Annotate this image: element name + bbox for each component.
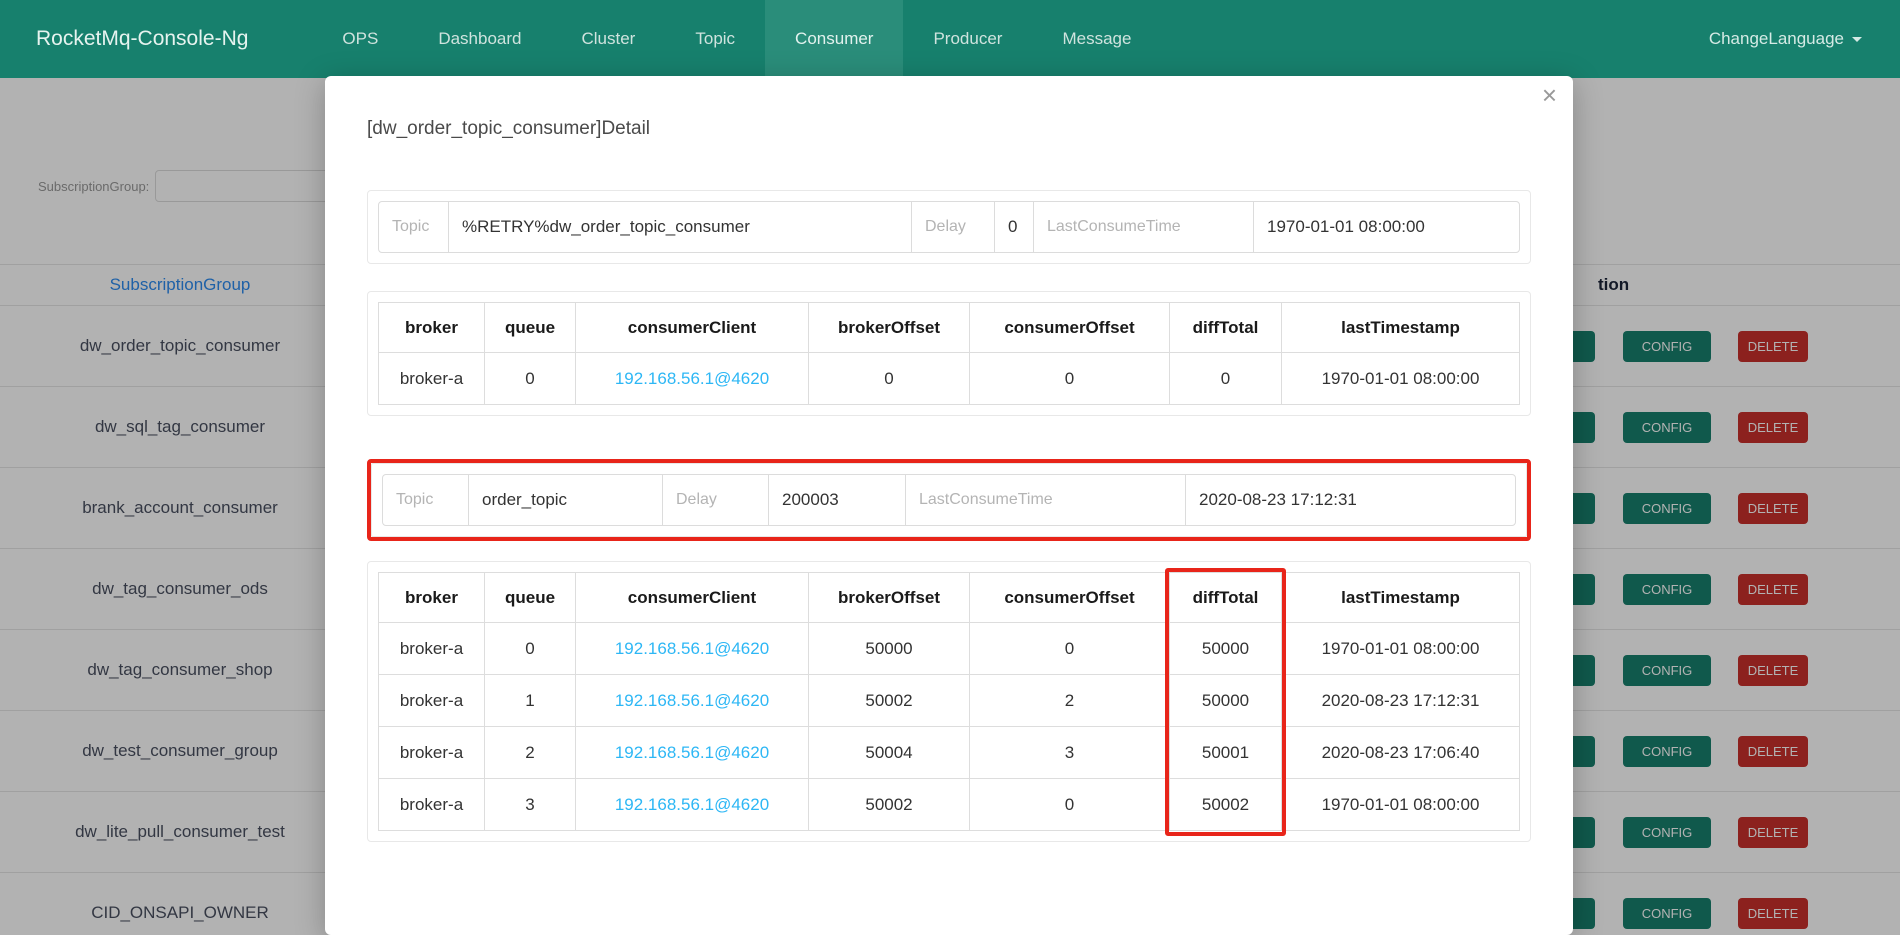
table-row: broker-a 3 192.168.56.1@4620 50002 0 500… — [379, 779, 1520, 831]
diff-total-cell: 50002 — [1170, 779, 1282, 831]
caret-down-icon — [1852, 37, 1862, 42]
column-header: queue — [485, 573, 576, 623]
retry-topic-panel: Topic %RETRY%dw_order_topic_consumer Del… — [367, 190, 1531, 264]
retry-topic-table-panel: broker queue consumerClient brokerOffset… — [367, 291, 1531, 416]
consumer-client-link[interactable]: 192.168.56.1@4620 — [576, 353, 809, 405]
consumer-client-link[interactable]: 192.168.56.1@4620 — [576, 727, 809, 779]
last-timestamp-cell: 2020-08-23 17:06:40 — [1282, 727, 1520, 779]
column-header: consumerOffset — [970, 303, 1170, 353]
column-header: queue — [485, 303, 576, 353]
consumer-offset-cell: 0 — [970, 779, 1170, 831]
table-row: broker-a 0 192.168.56.1@4620 0 0 0 1970-… — [379, 353, 1520, 405]
column-header: diffTotal — [1170, 303, 1282, 353]
last-timestamp-cell: 1970-01-01 08:00:00 — [1282, 779, 1520, 831]
consumer-client-link[interactable]: 192.168.56.1@4620 — [576, 623, 809, 675]
diff-total-cell: 50000 — [1170, 675, 1282, 727]
broker-offset-cell: 50004 — [809, 727, 970, 779]
diff-total-cell: 0 — [1170, 353, 1282, 405]
queue-cell: 0 — [485, 623, 576, 675]
delay-label: Delay — [911, 201, 995, 253]
consumer-detail-modal: × [dw_order_topic_consumer]Detail Topic … — [325, 76, 1573, 935]
column-header: diffTotal — [1170, 573, 1282, 623]
topic-value-field[interactable]: %RETRY%dw_order_topic_consumer — [448, 201, 912, 253]
broker-offset-cell: 50002 — [809, 779, 970, 831]
order-topic-table-panel: broker queue consumerClient brokerOffset… — [367, 561, 1531, 842]
broker-cell: broker-a — [379, 727, 485, 779]
change-language-dropdown[interactable]: ChangeLanguage — [1709, 0, 1862, 78]
column-header: brokerOffset — [809, 303, 970, 353]
last-timestamp-cell: 1970-01-01 08:00:00 — [1282, 353, 1520, 405]
queue-cell: 1 — [485, 675, 576, 727]
diff-total-cell: 50000 — [1170, 623, 1282, 675]
broker-offset-cell: 50002 — [809, 675, 970, 727]
lastconsumetime-label: LastConsumeTime — [1033, 201, 1254, 253]
lastconsumetime-value-field[interactable]: 1970-01-01 08:00:00 — [1253, 201, 1520, 253]
change-language-label: ChangeLanguage — [1709, 29, 1844, 49]
broker-cell: broker-a — [379, 675, 485, 727]
nav-item-message[interactable]: Message — [1032, 0, 1161, 78]
app-brand: RocketMq-Console-Ng — [36, 0, 248, 78]
lastconsumetime-value-field[interactable]: 2020-08-23 17:12:31 — [1185, 474, 1516, 526]
column-header: lastTimestamp — [1282, 573, 1520, 623]
nav-menu: OPS Dashboard Cluster Topic Consumer Pro… — [312, 0, 1161, 78]
nav-item-consumer[interactable]: Consumer — [765, 0, 903, 78]
column-header: broker — [379, 303, 485, 353]
column-header: consumerOffset — [970, 573, 1170, 623]
diff-total-cell: 50001 — [1170, 727, 1282, 779]
consumer-offset-cell: 0 — [970, 623, 1170, 675]
delay-value-field[interactable]: 200003 — [768, 474, 906, 526]
queue-cell: 0 — [485, 353, 576, 405]
table-row: broker-a 0 192.168.56.1@4620 50000 0 500… — [379, 623, 1520, 675]
column-header: broker — [379, 573, 485, 623]
broker-offset-cell: 0 — [809, 353, 970, 405]
column-header: brokerOffset — [809, 573, 970, 623]
table-row: broker-a 1 192.168.56.1@4620 50002 2 500… — [379, 675, 1520, 727]
delay-label: Delay — [662, 474, 769, 526]
broker-cell: broker-a — [379, 623, 485, 675]
consumer-offset-cell: 2 — [970, 675, 1170, 727]
nav-item-dashboard[interactable]: Dashboard — [408, 0, 551, 78]
topic-value-field[interactable]: order_topic — [468, 474, 663, 526]
queue-cell: 3 — [485, 779, 576, 831]
nav-item-producer[interactable]: Producer — [903, 0, 1032, 78]
column-header: lastTimestamp — [1282, 303, 1520, 353]
topic-form-annotation-rect: Topic order_topic Delay 200003 LastConsu… — [367, 459, 1531, 541]
last-timestamp-cell: 2020-08-23 17:12:31 — [1282, 675, 1520, 727]
queue-cell: 2 — [485, 727, 576, 779]
order-topic-table: broker queue consumerClient brokerOffset… — [378, 572, 1520, 831]
broker-cell: broker-a — [379, 779, 485, 831]
last-timestamp-cell: 1970-01-01 08:00:00 — [1282, 623, 1520, 675]
broker-offset-cell: 50000 — [809, 623, 970, 675]
nav-item-ops[interactable]: OPS — [312, 0, 408, 78]
consumer-offset-cell: 0 — [970, 353, 1170, 405]
retry-topic-table: broker queue consumerClient brokerOffset… — [378, 302, 1520, 405]
consumer-client-link[interactable]: 192.168.56.1@4620 — [576, 779, 809, 831]
lastconsumetime-label: LastConsumeTime — [905, 474, 1186, 526]
close-icon[interactable]: × — [1542, 80, 1557, 111]
broker-cell: broker-a — [379, 353, 485, 405]
nav-item-topic[interactable]: Topic — [665, 0, 765, 78]
modal-title: [dw_order_topic_consumer]Detail — [367, 116, 1531, 142]
column-header: consumerClient — [576, 573, 809, 623]
consumer-client-link[interactable]: 192.168.56.1@4620 — [576, 675, 809, 727]
top-navbar: RocketMq-Console-Ng OPS Dashboard Cluste… — [0, 0, 1900, 78]
topic-label: Topic — [378, 201, 449, 253]
topic-label: Topic — [382, 474, 469, 526]
column-header: consumerClient — [576, 303, 809, 353]
table-row: broker-a 2 192.168.56.1@4620 50004 3 500… — [379, 727, 1520, 779]
nav-item-cluster[interactable]: Cluster — [552, 0, 666, 78]
consumer-offset-cell: 3 — [970, 727, 1170, 779]
order-topic-panel: Topic order_topic Delay 200003 LastConsu… — [371, 463, 1527, 537]
delay-value-field[interactable]: 0 — [994, 201, 1034, 253]
